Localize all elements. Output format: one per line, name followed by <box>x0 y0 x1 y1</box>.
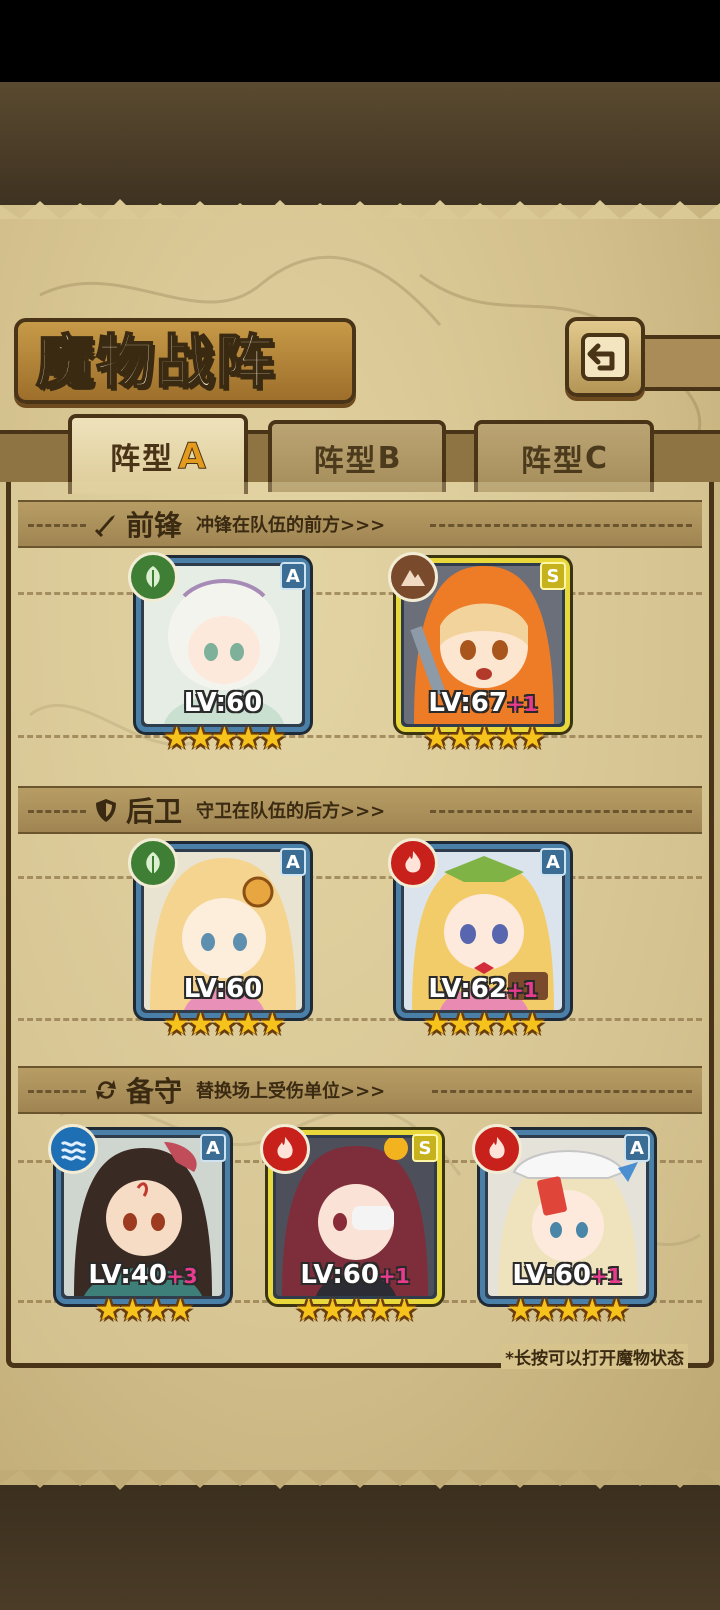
level-value: LV:62 <box>428 974 507 1004</box>
nature-element-icon <box>128 838 178 888</box>
background-top-strip <box>0 82 720 210</box>
monster-card-reserve-2[interactable]: S LV:60+1 ★★★★★ <box>260 1124 442 1326</box>
fire-element-icon <box>388 838 438 888</box>
monster-card-reserve-3[interactable]: A LV:60+1 ★★★★★ <box>472 1124 654 1326</box>
level-label: LV:67+1 <box>396 688 570 718</box>
level-value: LV:60 <box>300 1260 379 1290</box>
back-button[interactable] <box>565 317 645 397</box>
header-dash <box>432 1090 692 1093</box>
star-rating: ★★★★★ <box>507 1293 629 1328</box>
monster-card-front-1[interactable]: A LV:60 ★★★★★ <box>128 552 310 754</box>
slot-guide-line <box>18 592 702 595</box>
header-dash <box>430 524 692 527</box>
background-bottom-strip <box>0 1478 720 1610</box>
section-desc: 冲锋在队伍的前方>>> <box>196 515 386 536</box>
star-rating: ★★★★ <box>95 1293 194 1328</box>
level-plus: +3 <box>166 1264 198 1288</box>
level-value: LV:67 <box>428 688 507 718</box>
tab-letter: A <box>178 435 207 477</box>
rank-badge: S <box>412 1134 438 1162</box>
section-desc: 替换场上受伤单位>>> <box>196 1081 386 1102</box>
slot-guide-line <box>18 1018 702 1021</box>
level-label: LV:60+1 <box>268 1260 442 1290</box>
swap-icon <box>96 1080 116 1100</box>
front-section-title: 前锋 冲锋在队伍的前方>>> <box>92 502 385 546</box>
level-label: LV:60 <box>136 974 310 1004</box>
star-rating: ★★★★★ <box>423 1007 545 1042</box>
tab-label: 阵型 <box>520 444 585 479</box>
slot-guide-line <box>18 876 702 879</box>
level-plus: +1 <box>378 1264 410 1288</box>
section-name: 后卫 <box>126 795 183 828</box>
rank-badge: A <box>280 848 306 876</box>
sword-icon <box>94 515 115 538</box>
star-rating: ★★★★★ <box>163 721 285 756</box>
rank-badge: A <box>624 1134 650 1162</box>
tab-letter: C <box>584 440 608 476</box>
section-name: 前锋 <box>126 509 183 542</box>
level-value: LV:40 <box>88 1260 167 1290</box>
level-value: LV:60 <box>183 974 263 1004</box>
monster-card-rear-1[interactable]: A LV:60 ★★★★★ <box>128 838 310 1040</box>
level-plus: +1 <box>590 1264 622 1288</box>
header-dash <box>28 1090 86 1093</box>
return-icon <box>581 333 629 381</box>
level-label: LV:60+1 <box>480 1260 654 1290</box>
fire-element-icon <box>472 1124 522 1174</box>
rank-badge: A <box>540 848 566 876</box>
status-bar-area <box>0 0 720 82</box>
monster-card-front-2[interactable]: S LV:67+1 ★★★★★ <box>388 552 570 754</box>
header-dash <box>28 810 86 813</box>
star-rating: ★★★★★ <box>423 721 545 756</box>
level-plus: +1 <box>506 978 538 1002</box>
shield-icon <box>96 799 116 822</box>
monster-card-reserve-1[interactable]: A LV:40+3 ★★★★ <box>48 1124 230 1326</box>
earth-element-icon <box>388 552 438 602</box>
rank-badge: S <box>540 562 566 590</box>
monster-card-rear-2[interactable]: A LV:62+1 ★★★★★ <box>388 838 570 1040</box>
page-title: 魔物战阵 <box>35 327 277 397</box>
level-label: LV:60 <box>136 688 310 718</box>
level-plus: +1 <box>506 692 538 716</box>
title-ribbon <box>640 335 720 391</box>
tab-label: 阵型 <box>110 442 175 477</box>
header-dash <box>430 810 692 813</box>
level-label: LV:62+1 <box>396 974 570 1004</box>
header-dash <box>28 524 86 527</box>
rank-badge: A <box>200 1134 226 1162</box>
rear-section-title: 后卫 守卫在队伍的后方>>> <box>92 788 385 832</box>
water-element-icon <box>48 1124 98 1174</box>
slot-guide-line <box>18 735 702 738</box>
fire-element-icon <box>260 1124 310 1174</box>
star-rating: ★★★★★ <box>163 1007 285 1042</box>
level-value: LV:60 <box>512 1260 591 1290</box>
section-name: 备守 <box>126 1075 183 1108</box>
section-desc: 守卫在队伍的后方>>> <box>196 801 386 822</box>
level-value: LV:60 <box>183 688 263 718</box>
nature-element-icon <box>128 552 178 602</box>
long-press-hint: *长按可以打开魔物状态 <box>501 1344 688 1369</box>
rank-badge: A <box>280 562 306 590</box>
reserve-section-title: 备守 替换场上受伤单位>>> <box>92 1068 385 1112</box>
level-label: LV:40+3 <box>56 1260 230 1290</box>
star-rating: ★★★★★ <box>295 1293 417 1328</box>
tab-letter: B <box>377 440 401 476</box>
tab-label: 阵型 <box>313 444 378 479</box>
